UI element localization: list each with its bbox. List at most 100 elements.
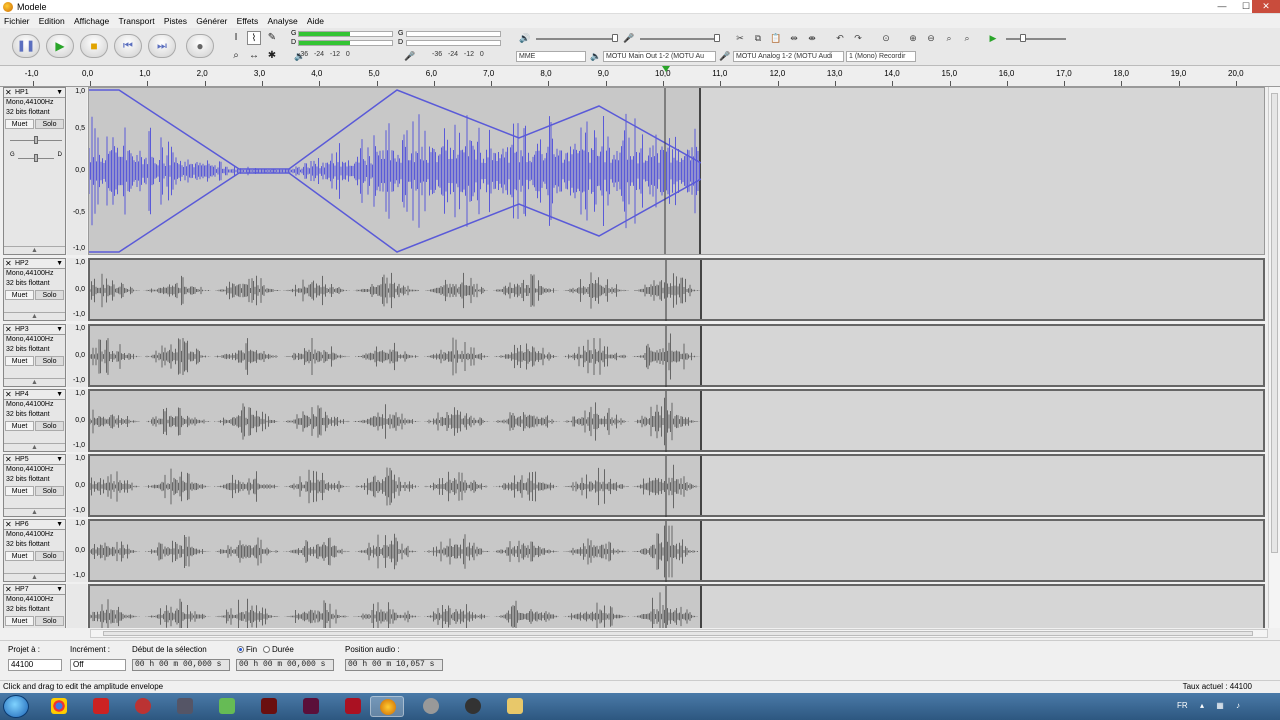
track-header[interactable]: ✕ HP5 ▼ xyxy=(4,455,65,465)
close-track-icon[interactable]: ✕ xyxy=(5,259,12,268)
increment-select[interactable]: Off xyxy=(70,659,126,671)
start-button[interactable] xyxy=(3,695,29,718)
collapse-track-button[interactable]: ▲ xyxy=(4,312,65,320)
waveform-area[interactable] xyxy=(88,454,1265,517)
minimize-button[interactable]: — xyxy=(1211,0,1233,13)
taskbar-indesign[interactable] xyxy=(294,696,328,717)
waveform-area[interactable] xyxy=(88,584,1265,628)
collapse-track-button[interactable]: ▲ xyxy=(4,378,65,386)
track-name[interactable]: HP1 xyxy=(15,88,29,97)
sync-lock-icon[interactable]: ⊙ xyxy=(879,31,893,45)
close-track-icon[interactable]: ✕ xyxy=(5,325,12,334)
project-rate-select[interactable]: 44100 xyxy=(8,659,62,671)
output-volume-knob[interactable] xyxy=(612,34,618,42)
solo-button[interactable]: Solo xyxy=(35,616,64,626)
horizontal-scroll-thumb[interactable] xyxy=(103,631,1253,636)
close-track-icon[interactable]: ✕ xyxy=(5,520,12,529)
playhead-marker[interactable] xyxy=(662,66,670,72)
track-control-panel[interactable]: ✕ HP1 ▼ Mono,44100Hz 32 bits flottant Muet Sol… xyxy=(3,87,66,255)
input-volume-knob[interactable] xyxy=(714,34,720,42)
vertical-scroll-thumb[interactable] xyxy=(1271,93,1278,553)
amplitude-scale[interactable]: 1,0 0,0 -1,0 xyxy=(67,519,87,582)
mute-button[interactable]: Muet xyxy=(5,290,34,300)
collapse-track-button[interactable]: ▲ xyxy=(4,443,65,451)
track-control-panel[interactable]: ✕ HP2 ▼ Mono,44100Hz 32 bits flottant Muet Sol… xyxy=(3,258,66,321)
language-indicator[interactable]: FR xyxy=(1177,701,1188,710)
audio-position-time[interactable]: 00 h 00 m 10,057 s xyxy=(345,659,443,671)
close-track-icon[interactable]: ✕ xyxy=(5,585,12,594)
taskbar-app-green[interactable] xyxy=(210,696,244,717)
pan-slider[interactable]: GD xyxy=(10,152,62,162)
microphone-icon[interactable]: 🎤 xyxy=(403,49,417,63)
length-radio[interactable] xyxy=(263,646,270,654)
track-menu-arrow-icon[interactable]: ▼ xyxy=(56,520,63,529)
collapse-track-button[interactable]: ▲ xyxy=(4,508,65,516)
timeshift-tool-icon[interactable]: ↔ xyxy=(247,49,261,63)
play-meter-left[interactable] xyxy=(298,31,393,37)
track-menu-arrow-icon[interactable]: ▼ xyxy=(56,325,63,334)
track-menu-arrow-icon[interactable]: ▼ xyxy=(56,455,63,464)
zoom-out-icon[interactable]: ⊖ xyxy=(924,31,938,45)
track-header[interactable]: ✕ HP7 ▼ xyxy=(4,585,65,595)
track-header[interactable]: ✕ HP2 ▼ xyxy=(4,259,65,269)
multi-tool-icon[interactable]: ✱ xyxy=(265,49,279,63)
timeline-ruler[interactable]: -1,0 0,0 1,0 2,0 3,0 4,0 5,0 6,0 7,0 8,0 9,0 10,0 11… xyxy=(0,66,1280,87)
tray-network-icon[interactable]: ▦ xyxy=(1216,701,1224,710)
track-header[interactable]: ✕ HP1 ▼ xyxy=(4,88,65,98)
taskbar-flash[interactable] xyxy=(252,696,286,717)
solo-button[interactable]: Solo xyxy=(35,551,64,561)
amplitude-scale[interactable]: 1,0 0,0 -1,0 xyxy=(67,258,87,321)
menu-fichier[interactable]: Fichier xyxy=(0,14,33,26)
end-radio[interactable] xyxy=(237,646,244,654)
gain-slider[interactable] xyxy=(10,136,62,144)
taskbar-explorer[interactable] xyxy=(498,696,532,717)
play-at-speed-icon[interactable]: ▶ xyxy=(986,31,1000,45)
menu-analyse[interactable]: Analyse xyxy=(263,14,300,26)
taskbar-app-gear[interactable] xyxy=(414,696,448,717)
track-menu-arrow-icon[interactable]: ▼ xyxy=(56,88,63,97)
vertical-scrollbar[interactable] xyxy=(1268,87,1280,628)
track-menu-arrow-icon[interactable]: ▼ xyxy=(56,259,63,268)
close-track-icon[interactable]: ✕ xyxy=(5,88,12,97)
record-button[interactable]: ● xyxy=(186,34,214,58)
input-channels-select[interactable]: 1 (Mono) Recordir xyxy=(846,51,916,62)
track-header[interactable]: ✕ HP3 ▼ xyxy=(4,325,65,335)
track-header[interactable]: ✕ HP6 ▼ xyxy=(4,520,65,530)
waveform-area[interactable] xyxy=(88,519,1265,582)
track-name[interactable]: HP5 xyxy=(15,455,29,464)
menu-aide[interactable]: Aide xyxy=(303,14,327,26)
track-header[interactable]: ✕ HP4 ▼ xyxy=(4,390,65,400)
stop-button[interactable]: ■ xyxy=(80,34,108,58)
amplitude-scale[interactable] xyxy=(67,584,87,628)
taskbar-app-arrow[interactable] xyxy=(336,696,370,717)
track-control-panel[interactable]: ✕ HP7 ▼ Mono,44100Hz 32 bits flottant Muet Sol… xyxy=(3,584,66,628)
copy-icon[interactable]: ⧉ xyxy=(751,31,765,45)
zoom-tool-icon[interactable]: ⌕ xyxy=(229,49,243,63)
taskbar-chrome[interactable] xyxy=(42,696,76,717)
amplitude-scale[interactable]: 1,0 0,0 -1,0 xyxy=(67,324,87,387)
amplitude-scale[interactable]: 1,0 0,0 -1,0 xyxy=(67,454,87,517)
mute-button[interactable]: Muet xyxy=(5,551,34,561)
tray-volume-icon[interactable]: ♪ xyxy=(1236,701,1240,710)
taskbar-app-7[interactable] xyxy=(456,696,490,717)
waveform-area[interactable] xyxy=(88,389,1265,452)
collapse-track-button[interactable]: ▲ xyxy=(4,573,65,581)
play-meter-right[interactable] xyxy=(298,40,393,46)
input-volume-slider[interactable] xyxy=(640,38,720,40)
undo-icon[interactable]: ↶ xyxy=(833,31,847,45)
menu-transport[interactable]: Transport xyxy=(115,14,158,26)
speaker-icon[interactable]: 🔈 xyxy=(293,49,307,63)
fit-project-icon[interactable]: ⌕ xyxy=(960,31,974,45)
waveform-area[interactable] xyxy=(88,87,1265,255)
waveform-area[interactable] xyxy=(88,258,1265,321)
amplitude-scale[interactable]: 1,0 0,5 0,0 -0,5 -1,0 xyxy=(67,87,87,255)
pause-button[interactable]: ❚❚ xyxy=(12,34,40,58)
close-button[interactable]: ✕ xyxy=(1252,0,1280,13)
amplitude-scale[interactable]: 1,0 0,0 -1,0 xyxy=(67,389,87,452)
mute-button[interactable]: Muet xyxy=(5,616,34,626)
output-volume-slider[interactable] xyxy=(536,38,616,40)
close-track-icon[interactable]: ✕ xyxy=(5,455,12,464)
skip-end-button[interactable]: ⏭ xyxy=(148,34,176,58)
menu-edition[interactable]: Edition xyxy=(35,14,68,26)
menu-effets[interactable]: Effets xyxy=(233,14,262,26)
